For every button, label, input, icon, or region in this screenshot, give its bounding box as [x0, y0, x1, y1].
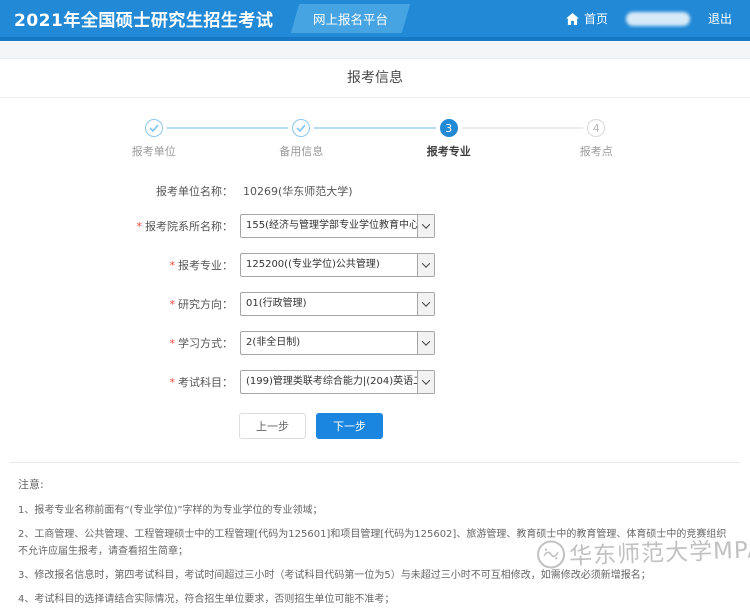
step-circle-active: 3 — [440, 119, 458, 137]
step-label: 报考点 — [523, 143, 671, 159]
required-mark: * — [170, 298, 176, 311]
app-header: 2021年全国硕士研究生招生考试 网上报名平台 首页 退出 — [0, 0, 750, 41]
home-icon — [566, 13, 579, 25]
check-icon — [296, 124, 306, 132]
step-connector — [167, 127, 289, 129]
note-item: 3、修改报名信息时，第四考试科目，考试时间超过三小时（考试科目代码第一位为5）与… — [18, 567, 736, 584]
step-circle-done — [145, 119, 163, 137]
unit-name-label: 报考单位名称： — [0, 183, 233, 199]
platform-badge-label: 网上报名平台 — [313, 9, 388, 28]
username-blurred[interactable] — [626, 12, 690, 26]
note-item: 2、工商管理、公共管理、工程管理硕士中的工程管理[代码为125601]和项目管理… — [18, 526, 736, 560]
form-row-study-mode: *学习方式： 2(非全日制) — [0, 331, 750, 355]
department-label: *报考院系所名称： — [0, 218, 233, 234]
platform-badge: 网上报名平台 — [291, 4, 410, 33]
required-mark: * — [170, 337, 176, 350]
check-icon — [149, 124, 159, 132]
app-title: 2021年全国硕士研究生招生考试 — [14, 6, 273, 31]
chevron-down-icon[interactable] — [417, 254, 434, 276]
required-mark: * — [170, 376, 176, 389]
chevron-down-icon[interactable] — [417, 371, 434, 393]
step-circle-pending: 4 — [587, 119, 605, 137]
nav-home-label: 首页 — [584, 10, 608, 27]
notes-section: 注意: 1、报考专业名称前面有“(专业学位)”字样的为专业学位的专业领域； 2、… — [0, 463, 750, 608]
required-mark: * — [137, 220, 143, 233]
research-direction-select-value: 01(行政管理) — [241, 293, 417, 315]
form-row-unit: 报考单位名称： 10269(华东师范大学) — [0, 183, 750, 199]
unit-name-value: 10269(华东师范大学) — [243, 183, 353, 199]
nav-home-link[interactable]: 首页 — [566, 10, 608, 27]
step-label: 报考专业 — [375, 143, 523, 159]
form-buttons: 上一步 下一步 — [239, 413, 750, 439]
page-title: 报考信息 — [0, 59, 750, 98]
department-select[interactable]: 155(经济与管理学部专业学位教育中心) — [240, 214, 435, 238]
form-row-major: *报考专业： 125200((专业学位)公共管理) — [0, 253, 750, 277]
step-backup-info: 备用信息 — [228, 119, 376, 159]
form-row-department: *报考院系所名称： 155(经济与管理学部专业学位教育中心) — [0, 214, 750, 238]
required-mark: * — [170, 259, 176, 272]
step-connector — [462, 127, 584, 129]
step-application-major: 3 报考专业 — [375, 119, 523, 159]
note-item: 1、报考专业名称前面有“(专业学位)”字样的为专业学位的专业领域； — [18, 502, 736, 519]
major-select-value: 125200((专业学位)公共管理) — [241, 254, 417, 276]
notes-title: 注意: — [18, 476, 736, 492]
step-label: 备用信息 — [228, 143, 376, 159]
chevron-down-icon[interactable] — [417, 293, 434, 315]
chevron-down-icon[interactable] — [417, 332, 434, 354]
exam-subjects-select-value: (199)管理类联考综合能力|(204)英语二|(-)无 — [241, 371, 417, 393]
study-mode-select[interactable]: 2(非全日制) — [240, 331, 435, 355]
step-application-unit: 报考单位 — [80, 119, 228, 159]
application-form: 报考单位名称： 10269(华东师范大学) *报考院系所名称： 155(经济与管… — [0, 183, 750, 439]
step-indicator: 报考单位 备用信息 3 报考专业 4 报考点 — [80, 119, 670, 159]
major-select[interactable]: 125200((专业学位)公共管理) — [240, 253, 435, 277]
logout-link[interactable]: 退出 — [708, 10, 732, 27]
step-circle-done — [292, 119, 310, 137]
previous-step-button[interactable]: 上一步 — [239, 413, 306, 439]
study-mode-select-value: 2(非全日制) — [241, 332, 417, 354]
step-exam-site: 4 报考点 — [523, 119, 671, 159]
step-connector — [314, 127, 436, 129]
exam-subjects-label: *考试科目： — [0, 374, 233, 390]
step-label: 报考单位 — [80, 143, 228, 159]
research-direction-label: *研究方向： — [0, 296, 233, 312]
form-row-exam-subjects: *考试科目： (199)管理类联考综合能力|(204)英语二|(-)无 — [0, 370, 750, 394]
research-direction-select[interactable]: 01(行政管理) — [240, 292, 435, 316]
sub-strip — [0, 41, 750, 59]
chevron-down-icon[interactable] — [417, 215, 434, 237]
note-item: 4、考试科目的选择请结合实际情况，符合招生单位要求，否则招生单位可能不准考； — [18, 591, 736, 608]
next-step-button[interactable]: 下一步 — [316, 413, 383, 439]
study-mode-label: *学习方式： — [0, 335, 233, 351]
exam-subjects-select[interactable]: (199)管理类联考综合能力|(204)英语二|(-)无 — [240, 370, 435, 394]
department-select-value: 155(经济与管理学部专业学位教育中心) — [241, 215, 417, 237]
form-row-research-direction: *研究方向： 01(行政管理) — [0, 292, 750, 316]
major-label: *报考专业： — [0, 257, 233, 273]
